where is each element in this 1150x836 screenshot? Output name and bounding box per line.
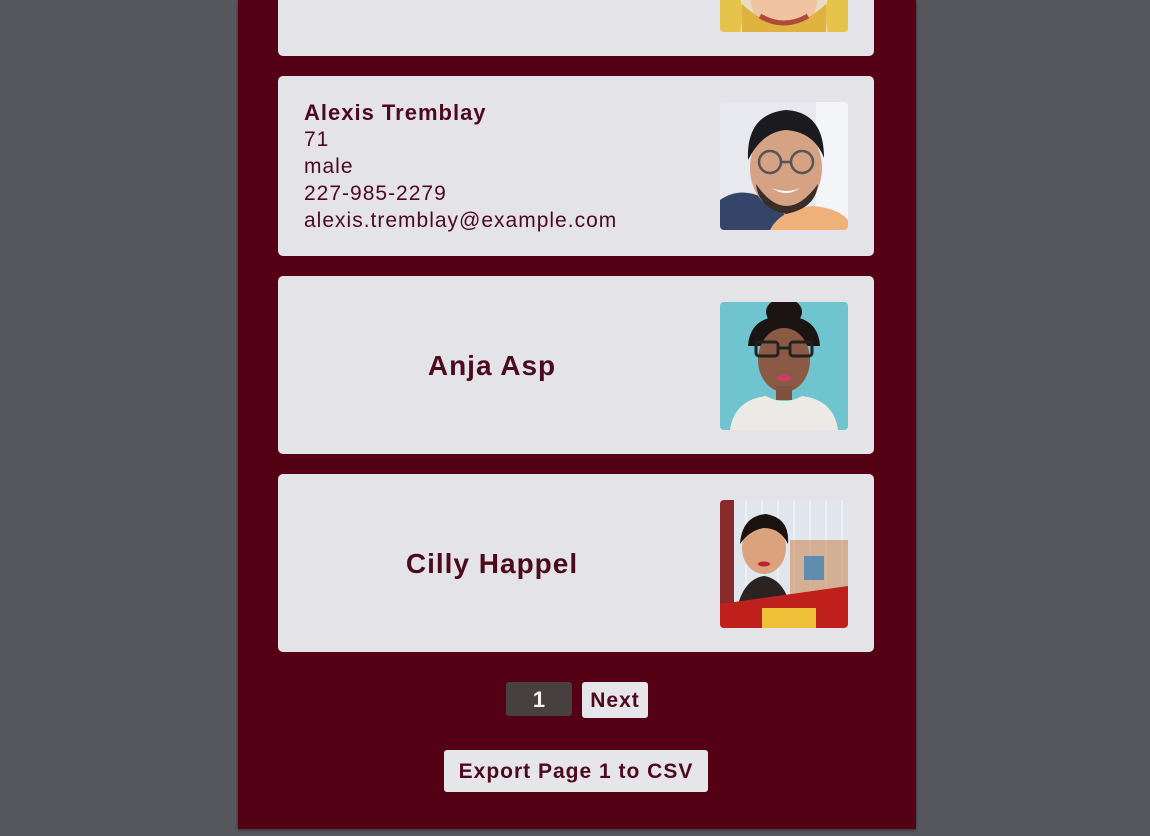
user-avatar <box>720 302 848 430</box>
user-card[interactable]: Cilly Happel <box>278 474 874 652</box>
user-details: Alexis Tremblay 71 male 227-985-2279 ale… <box>304 100 617 234</box>
user-name: Anja Asp <box>427 350 557 381</box>
user-phone: 227-985-2279 <box>304 182 447 205</box>
user-avatar <box>720 500 848 628</box>
next-page-button[interactable]: Next <box>582 682 648 718</box>
user-gender: male <box>304 155 354 178</box>
user-age: 71 <box>304 128 330 151</box>
user-card[interactable] <box>278 0 874 56</box>
user-card[interactable]: Anja Asp <box>278 276 874 454</box>
user-list-panel: Alexis Tremblay 71 male 227-985-2279 ale… <box>238 0 916 829</box>
current-page-indicator: 1 <box>506 682 572 716</box>
user-avatar <box>720 0 848 32</box>
user-name: Cilly Happel <box>405 548 579 579</box>
user-email: alexis.tremblay@example.com <box>304 209 618 232</box>
user-name: Alexis Tremblay <box>304 100 487 125</box>
user-card[interactable]: Alexis Tremblay 71 male 227-985-2279 ale… <box>278 76 874 256</box>
user-avatar <box>720 102 848 230</box>
export-csv-button[interactable]: Export Page 1 to CSV <box>444 750 708 792</box>
